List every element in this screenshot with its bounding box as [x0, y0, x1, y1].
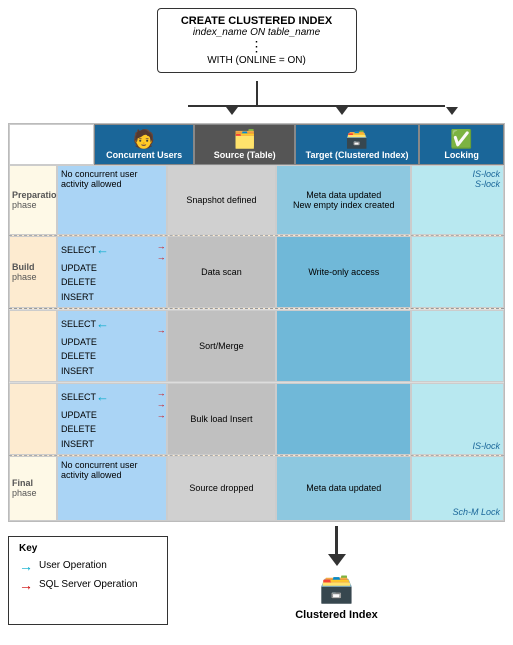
final-arrow-line	[335, 526, 338, 554]
key-sql-op: → SQL Server Operation	[19, 577, 157, 593]
build-concurrent-2: SELECT ← UPDATE DELETE INSERT →	[57, 310, 167, 382]
final-locking: Sch-M Lock	[411, 456, 504, 521]
key-title: Key	[19, 543, 157, 554]
sql-line1: CREATE CLUSTERED INDEX	[168, 15, 346, 27]
red-arrows-3: → → →	[157, 388, 166, 420]
prep-source: Snapshot defined	[167, 165, 277, 235]
select-arrow-left-1: ←	[96, 240, 109, 261]
key-box: Key → User Operation → SQL Server Operat…	[8, 536, 168, 625]
bottom-container: Key → User Operation → SQL Server Operat…	[8, 526, 505, 625]
diagram-wrapper: 🧑 Concurrent Users 🗂️ Source (Table) 🗃️ …	[8, 123, 505, 522]
final-source: Source dropped	[167, 456, 277, 521]
final-concurrent: No concurrent user activity allowed	[57, 456, 167, 521]
main-container: CREATE CLUSTERED INDEX index_name ON tab…	[0, 0, 513, 633]
clustered-index-container: 🗃️ Clustered Index	[168, 526, 505, 625]
build-locking-2	[411, 310, 504, 382]
red-arrow-icon: →	[19, 577, 33, 593]
prep-phase-row: Preparation phase No concurrent user act…	[9, 165, 504, 235]
build-target-1: Write-only access	[276, 236, 411, 308]
final-arrow-head	[328, 554, 346, 566]
key-user-op: → User Operation	[19, 558, 157, 574]
cyan-arrow-icon: →	[19, 558, 33, 574]
build-concurrent-3: SELECT ← UPDATE DELETE INSERT → → →	[57, 383, 167, 455]
select-arrow-left-3: ←	[96, 387, 109, 408]
red-arrows-1: → →	[157, 241, 166, 262]
build-row3: SELECT ← UPDATE DELETE INSERT → → → Bulk…	[9, 382, 504, 456]
prep-target: Meta data updated New empty index create…	[276, 165, 411, 235]
sql-line2: index_name ON table_name	[168, 27, 346, 38]
concurrent-header: 🧑 Concurrent Users	[94, 124, 195, 165]
sql-dots: ⋮	[168, 38, 346, 55]
build-row1: Build phase SELECT ← UPDATE DELETE INSER…	[9, 235, 504, 309]
header-row: 🧑 Concurrent Users 🗂️ Source (Table) 🗃️ …	[9, 124, 504, 165]
target-header: 🗃️ Target (Clustered Index)	[295, 124, 419, 165]
build-source-1: Data scan	[167, 236, 277, 308]
build-source-2: Sort/Merge	[167, 310, 277, 382]
build-concurrent-1: SELECT ← UPDATE DELETE INSERT → →	[57, 236, 167, 308]
final-label: Final phase	[9, 456, 57, 521]
clustered-index-label: Clustered Index	[295, 609, 378, 621]
clustered-index-icon: 🗃️	[319, 572, 354, 605]
build-locking-3: IS-lock	[411, 383, 504, 455]
red-arrows-2: →	[157, 325, 166, 335]
source-header: 🗂️ Source (Table)	[194, 124, 295, 165]
select-arrow-left-2: ←	[96, 314, 109, 335]
build-row2: SELECT ← UPDATE DELETE INSERT → Sort/Mer…	[9, 309, 504, 382]
final-target: Meta data updated	[276, 456, 411, 521]
prep-concurrent: No concurrent user activity allowed	[57, 165, 167, 235]
prep-locking: IS-lock S-lock	[411, 165, 504, 235]
final-phase-row: Final phase No concurrent user activity …	[9, 456, 504, 521]
build-spacer-3	[9, 383, 57, 455]
build-source-3: Bulk load Insert	[167, 383, 277, 455]
locking-header: ✅ Locking	[419, 124, 504, 165]
sql-box: CREATE CLUSTERED INDEX index_name ON tab…	[157, 8, 357, 73]
build-locking-1	[411, 236, 504, 308]
sql-line3: WITH (ONLINE = ON)	[168, 55, 346, 66]
build-target-2	[276, 310, 411, 382]
prep-label: Preparation phase	[9, 165, 57, 235]
build-label: Build phase	[9, 236, 57, 308]
build-target-3	[276, 383, 411, 455]
build-spacer-2	[9, 310, 57, 382]
phase-header	[9, 124, 94, 165]
